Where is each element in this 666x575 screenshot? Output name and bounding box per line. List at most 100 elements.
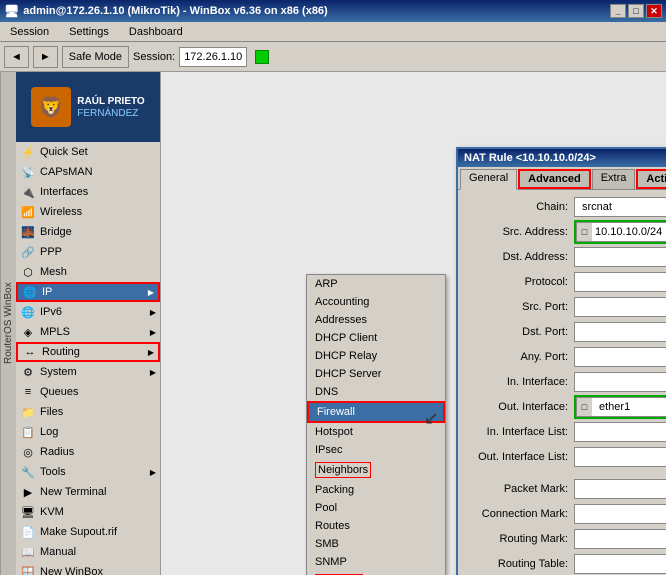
routing-mark-input[interactable] (574, 529, 666, 549)
dropdown-item-addresses[interactable]: Addresses (307, 311, 445, 329)
maximize-button[interactable]: □ (628, 4, 644, 18)
wireless-icon: 📶 (20, 204, 36, 220)
sidebar-item-mpls[interactable]: ◈ MPLS ▶ (16, 322, 160, 342)
dropdown-item-packing[interactable]: Packing (307, 481, 445, 499)
sidebar-item-ipv6[interactable]: 🌐 IPv6 ▶ (16, 302, 160, 322)
packet-mark-input[interactable] (574, 479, 666, 499)
forward-button[interactable]: ► (33, 46, 58, 68)
dropdown-item-routes[interactable]: Routes (307, 517, 445, 535)
dropdown-item-firewall[interactable]: Firewall ↙ (307, 401, 445, 423)
routing-mark-label: Routing Mark: (464, 533, 574, 545)
connection-status-indicator (255, 50, 269, 64)
routing-arrow-icon: ▶ (148, 348, 154, 357)
dropdown-item-smb[interactable]: SMB (307, 535, 445, 553)
sidebar-item-tools[interactable]: 🔧 Tools ▶ (16, 462, 160, 482)
any-port-input[interactable] (574, 347, 666, 367)
sidebar-item-new-terminal[interactable]: ▶ New Terminal (16, 482, 160, 502)
src-address-input[interactable] (592, 222, 666, 242)
dst-port-input[interactable] (574, 322, 666, 342)
dropdown-item-services[interactable]: Services (307, 571, 445, 575)
packet-mark-row: Packet Mark: ▼ (464, 478, 666, 500)
mpls-icon: ◈ (20, 324, 36, 340)
session-label: Session: (133, 51, 175, 63)
routing-table-input[interactable] (574, 554, 666, 574)
out-interface-list-row: Out. Interface List: ▼ (464, 446, 666, 468)
title-bar-buttons: _ □ ✕ (610, 4, 662, 18)
dropdown-item-dhcp-client[interactable]: DHCP Client (307, 329, 445, 347)
sidebar-item-files[interactable]: 📁 Files (16, 402, 160, 422)
sidebar-item-make-supout[interactable]: 📄 Make Supout.rif (16, 522, 160, 542)
sidebar-item-queues[interactable]: ≡ Queues (16, 382, 160, 402)
sidebar-label-mpls: MPLS (40, 326, 70, 338)
menu-dashboard[interactable]: Dashboard (123, 24, 189, 40)
menu-settings[interactable]: Settings (63, 24, 115, 40)
packet-mark-label: Packet Mark: (464, 483, 574, 495)
sidebar-item-kvm[interactable]: 🖥 KVM (16, 502, 160, 522)
protocol-input[interactable] (574, 272, 666, 292)
routeros-label: RouterOS WinBox (0, 72, 16, 575)
sidebar-item-routing[interactable]: ↔ Routing ▶ (16, 342, 160, 362)
tab-advanced[interactable]: Advanced (518, 169, 591, 189)
manual-icon: 📖 (20, 544, 36, 560)
src-port-input[interactable] (574, 297, 666, 317)
out-interface-select[interactable]: ether1 (592, 397, 666, 417)
back-button[interactable]: ◄ (4, 46, 29, 68)
sidebar-item-capsman[interactable]: 📡 CAPsMAN (16, 162, 160, 182)
sidebar-item-radius[interactable]: ◎ Radius (16, 442, 160, 462)
sidebar-item-system[interactable]: ⚙ System ▶ (16, 362, 160, 382)
chain-select[interactable]: srcnat (574, 197, 666, 217)
src-address-checkbox[interactable]: □ (576, 222, 592, 242)
sidebar-item-interfaces[interactable]: 🔌 Interfaces (16, 182, 160, 202)
dropdown-item-pool[interactable]: Pool (307, 499, 445, 517)
out-interface-list-input[interactable] (574, 447, 666, 467)
dst-port-input-group: ▼ (574, 322, 666, 342)
sidebar-label-files: Files (40, 406, 63, 418)
in-interface-input[interactable] (574, 372, 666, 392)
src-address-label: Src. Address: (464, 226, 574, 238)
tab-general[interactable]: General (460, 169, 517, 190)
sidebar-item-mesh[interactable]: ⬡ Mesh (16, 262, 160, 282)
sidebar-item-new-winbox[interactable]: 🪟 New WinBox (16, 562, 160, 575)
out-interface-checkbox[interactable]: □ (576, 397, 592, 417)
menu-session[interactable]: Session (4, 24, 55, 40)
menu-bar: Session Settings Dashboard (0, 22, 666, 42)
sidebar-item-manual[interactable]: 📖 Manual (16, 542, 160, 562)
sidebar-item-ip[interactable]: 🌐 IP ▶ (16, 282, 160, 302)
ip-icon: 🌐 (22, 284, 38, 300)
nat-content: General Advanced Extra Action ... Chain: (458, 167, 666, 575)
dropdown-item-ipsec[interactable]: IPsec (307, 441, 445, 459)
sidebar-item-wireless[interactable]: 📶 Wireless (16, 202, 160, 222)
dropdown-item-accounting[interactable]: Accounting (307, 293, 445, 311)
sidebar-item-ppp[interactable]: 🔗 PPP (16, 242, 160, 262)
tools-arrow-icon: ▶ (150, 468, 156, 477)
kvm-icon: 🖥 (20, 504, 36, 520)
routing-icon: ↔ (22, 344, 38, 360)
tools-icon: 🔧 (20, 464, 36, 480)
dropdown-item-dns[interactable]: DNS (307, 383, 445, 401)
dropdown-item-arp[interactable]: ARP (307, 275, 445, 293)
sidebar-item-bridge[interactable]: 🌉 Bridge (16, 222, 160, 242)
sidebar-item-quick-set[interactable]: ⚡ Quick Set (16, 142, 160, 162)
dropdown-item-neighbors[interactable]: Neighbors (307, 459, 445, 481)
src-address-row: Src. Address: □ ▲ ▼ (464, 221, 666, 243)
minimize-button[interactable]: _ (610, 4, 626, 18)
tab-extra[interactable]: Extra (592, 169, 636, 189)
safe-mode-button[interactable]: Safe Mode (62, 46, 129, 68)
interfaces-icon: 🔌 (20, 184, 36, 200)
dst-address-input[interactable] (574, 247, 666, 267)
nat-tabs: General Advanced Extra Action ... (458, 167, 666, 190)
mesh-icon: ⬡ (20, 264, 36, 280)
dropdown-item-dhcp-relay[interactable]: DHCP Relay (307, 347, 445, 365)
src-port-label: Src. Port: (464, 301, 574, 313)
packet-mark-input-group: ▼ (574, 479, 666, 499)
nat-window-title-bar: NAT Rule <10.10.10.0/24> _ □ ✕ (458, 149, 666, 167)
tab-action[interactable]: Action (636, 169, 666, 189)
dropdown-item-snmp[interactable]: SNMP (307, 553, 445, 571)
any-port-label: Any. Port: (464, 351, 574, 363)
sidebar-item-log[interactable]: 📋 Log (16, 422, 160, 442)
connection-mark-input[interactable] (574, 504, 666, 524)
new-terminal-icon: ▶ (20, 484, 36, 500)
dropdown-item-dhcp-server[interactable]: DHCP Server (307, 365, 445, 383)
in-interface-list-input[interactable] (574, 422, 666, 442)
close-button[interactable]: ✕ (646, 4, 662, 18)
